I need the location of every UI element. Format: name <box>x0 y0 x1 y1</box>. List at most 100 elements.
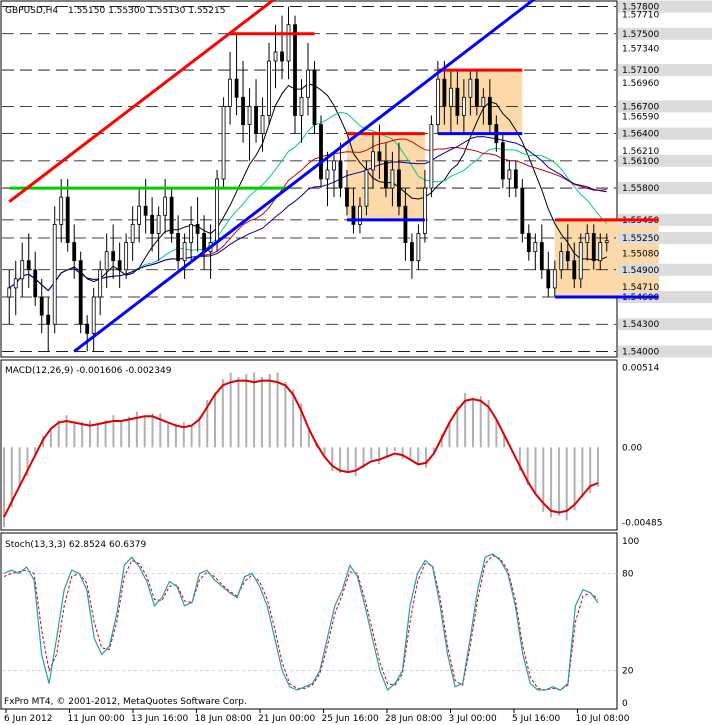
time-tick-label: 11 Jun 00:00 <box>68 714 125 724</box>
candle-body <box>260 115 265 135</box>
candle-body <box>468 78 473 98</box>
candle-body <box>111 251 116 262</box>
candle-body <box>221 105 226 180</box>
symbol-label: GBPUSD,H4 <box>5 6 58 16</box>
candle-body <box>293 24 297 116</box>
candle-body <box>33 269 38 298</box>
candle-body <box>91 296 96 334</box>
macd-label: MACD(12,26,9) -0.001606 -0.002349 <box>5 366 172 376</box>
stoch-tick-label: 20 <box>622 667 634 677</box>
candle-body <box>364 169 369 207</box>
candle-body <box>78 260 83 325</box>
candle-body <box>455 87 460 116</box>
candle-body <box>26 260 31 271</box>
candle-body <box>591 233 596 262</box>
candle-body <box>273 51 278 62</box>
price-tick-label: 1.55250 <box>622 234 659 244</box>
price-tick-label: 1.56590 <box>622 112 659 122</box>
price-tick-label: 1.55080 <box>622 249 659 259</box>
candle-body <box>332 160 336 171</box>
candle-body <box>189 223 193 243</box>
candle-body <box>267 60 271 116</box>
candle-body <box>598 242 603 262</box>
candle-body <box>552 269 557 289</box>
candle-body <box>156 214 161 234</box>
candle-body <box>390 169 395 189</box>
candle-body <box>130 223 135 243</box>
candle-body <box>7 287 12 298</box>
macd-tick-label: 0.00 <box>622 443 642 453</box>
candle-body <box>403 205 408 243</box>
candle-body <box>20 260 25 280</box>
candle-body <box>176 233 181 262</box>
candle-body <box>397 169 401 207</box>
candle-body <box>435 78 440 125</box>
candle-body <box>461 96 466 116</box>
stoch-label: Stoch(13,3,3) 62.8524 60.6379 <box>5 540 146 550</box>
candle-body <box>448 87 453 107</box>
candle-body <box>565 251 570 262</box>
candle-body <box>351 205 356 225</box>
candle-body <box>306 69 310 98</box>
candle-body <box>410 242 414 262</box>
time-tick-label: 25 Jun 16:00 <box>322 714 379 724</box>
candle-body <box>338 160 343 189</box>
candle-body <box>163 196 168 216</box>
candle-body <box>513 169 518 189</box>
candle-body <box>85 323 90 334</box>
price-tick-label: 1.54900 <box>622 266 659 276</box>
candle-body <box>72 242 77 262</box>
macd-tick-label: -0.00485 <box>622 519 662 529</box>
candle-body <box>546 269 551 289</box>
candle-body <box>169 196 174 234</box>
candle-body <box>358 205 362 225</box>
candle-body <box>59 196 64 225</box>
price-tick-label: 1.55800 <box>622 184 659 194</box>
candle-body <box>228 78 232 107</box>
price-tick-label: 1.56400 <box>622 130 659 140</box>
candle-body <box>312 69 317 125</box>
candle-body <box>384 160 388 189</box>
price-tick-label: 1.56100 <box>622 157 659 167</box>
stoch-tick-label: 0 <box>622 699 628 709</box>
price-tick-label: 1.57710 <box>622 11 659 21</box>
candle-body <box>13 278 18 289</box>
candle-body <box>143 205 148 216</box>
time-tick-label: 10 Jul 08:00 <box>576 714 630 724</box>
candle-body <box>539 242 544 271</box>
price-tick-label: 1.56700 <box>622 102 659 112</box>
candle-body <box>150 214 155 234</box>
candle-body <box>325 169 330 180</box>
time-tick-label: 3 Jul 00:00 <box>449 714 498 724</box>
candle-body <box>182 242 187 262</box>
stoch-tick-label: 80 <box>622 569 634 579</box>
ohlc-label: 1.55150 1.55300 1.55130 1.55215 <box>68 6 225 16</box>
candle-body <box>104 251 109 271</box>
candle-body <box>234 78 239 98</box>
candle-body <box>98 269 103 298</box>
time-tick-label: 6 Jun 2012 <box>4 714 52 724</box>
chart-canvas[interactable]: 1.578001.577101.575001.573401.571001.569… <box>0 0 712 725</box>
candle-body <box>39 296 44 316</box>
candle-body <box>286 24 291 62</box>
candle-body <box>423 187 427 234</box>
time-axis: 6 Jun 2012 11 Jun 00:00 13 Jun 16:00 18 Jun… <box>4 709 630 724</box>
price-tick-label: 1.54000 <box>622 347 659 357</box>
price-tick-label: 1.54300 <box>622 320 659 330</box>
candle-body <box>578 242 583 280</box>
candle-body <box>500 142 505 180</box>
macd-tick-label: 0.00514 <box>622 364 659 374</box>
time-tick-label: 13 Jun 16:00 <box>131 714 188 724</box>
candle-body <box>319 124 323 180</box>
candle-body <box>572 260 577 280</box>
candle-body <box>507 169 512 180</box>
copyright-text: FxPro MT4, © 2001-2012, MetaQuotes Softw… <box>4 697 247 707</box>
candle-body <box>65 196 70 243</box>
candle-body <box>280 51 284 62</box>
candle-body <box>247 105 252 125</box>
chart-window[interactable]: 1.57800 1.57710 1.57500 1.57340 1.57100 1.569… <box>0 0 712 725</box>
candle-body <box>442 78 447 107</box>
candle-body <box>46 314 51 325</box>
candle-body <box>124 242 129 271</box>
candle-body <box>371 151 375 171</box>
